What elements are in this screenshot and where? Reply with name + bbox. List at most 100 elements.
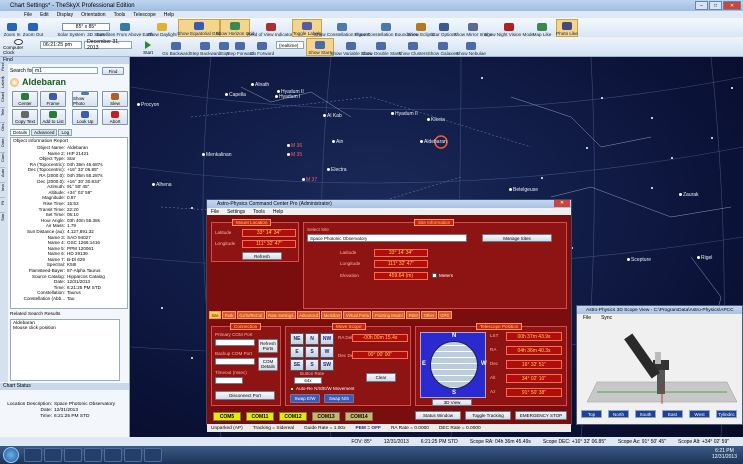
toolbar-show-night-vision-mode-button[interactable]: Show Night Vision Mode — [484, 19, 534, 37]
vtab-labels[interactable]: Labels — [0, 77, 5, 88]
com-port-com13-button[interactable]: COM13 — [312, 412, 340, 421]
sky-label-ain[interactable]: Ain — [336, 139, 343, 145]
find-button[interactable]: Find — [102, 67, 124, 75]
star-marker[interactable] — [420, 140, 423, 143]
find-look-up-button[interactable]: Look Up — [72, 109, 98, 125]
apcc-close-button[interactable]: ✕ — [554, 200, 570, 207]
clear-button[interactable]: Clear — [366, 373, 396, 382]
system-clock[interactable]: 6:21 PM 12/31/2013 — [712, 448, 737, 460]
toolbar2-show-double-stars-button[interactable]: Show Double Stars — [361, 38, 401, 56]
star-marker[interactable] — [627, 258, 630, 261]
sky-label-rigel[interactable]: Rigel — [701, 255, 712, 261]
sky-label-alhena[interactable]: Alhena — [156, 182, 172, 188]
sky-label-aldebaran[interactable]: Aldebaran — [424, 139, 447, 145]
vtab-fil[interactable]: Fil — [0, 197, 5, 207]
scope-view-east-button[interactable]: East — [662, 410, 683, 418]
sky-label-hyadum-ii[interactable]: Hyadum II — [395, 111, 418, 117]
menu-help[interactable]: Help — [164, 12, 174, 18]
auto-reverse-checkbox[interactable] — [290, 387, 294, 391]
windows-start-button[interactable] — [3, 447, 19, 463]
swap-ew-button[interactable]: Swap E/W — [290, 394, 320, 403]
3d-view-button[interactable]: 3D View — [432, 399, 472, 406]
menu-telescope[interactable]: Telescope — [133, 12, 156, 18]
move-e-button[interactable]: E — [290, 346, 304, 358]
sky-label-procyon[interactable]: Procyon — [141, 102, 159, 108]
com-port-com14-button[interactable]: COM14 — [345, 412, 373, 421]
vtab-auto[interactable]: Auto — [0, 167, 5, 177]
star-marker[interactable] — [275, 95, 278, 98]
toolbar-show-daylight-button[interactable]: Show Daylight — [146, 19, 178, 37]
toolbar-star-options-button[interactable]: Star Options — [431, 19, 457, 37]
move-s-button[interactable]: S — [305, 359, 319, 371]
star-marker[interactable] — [137, 103, 140, 106]
taskbar-app-icon[interactable] — [124, 448, 142, 462]
apcc-tab-pem[interactable]: PEM — [406, 311, 421, 319]
refresh-button[interactable]: Refresh — [242, 252, 282, 260]
scope-view-west-button[interactable]: West — [689, 410, 710, 418]
apcc-tab-rate-settings[interactable]: Rate Settings — [265, 311, 296, 319]
toolbar-map-like-button[interactable]: Map Like — [528, 19, 556, 37]
apcc-menu-tools[interactable]: Tools — [253, 209, 265, 215]
meters-checkbox[interactable] — [432, 273, 437, 278]
toolbar-field-of-view-indicators-button[interactable]: Field of View Indicators — [247, 19, 295, 37]
toolbar2-step-backward-button[interactable]: Step Backward — [190, 38, 220, 56]
star-marker[interactable] — [287, 153, 290, 156]
star-marker[interactable] — [152, 183, 155, 186]
primary-port-select[interactable] — [215, 339, 255, 346]
star-marker[interactable] — [391, 112, 394, 115]
com-port-com11-button[interactable]: COM11 — [246, 412, 274, 421]
date-field[interactable]: December 31, 2013 — [84, 39, 132, 51]
timeout-input[interactable] — [215, 377, 243, 384]
com-port-com5-button[interactable]: COM5 — [213, 412, 241, 421]
sky-label-al-kab[interactable]: Al Kab — [327, 113, 342, 119]
menu-display[interactable]: Display — [57, 12, 73, 18]
com-details-button[interactable]: COM Details — [258, 357, 278, 371]
vtab-obs[interactable]: Obs — [0, 122, 5, 132]
toolbar-photo-like-button[interactable]: Photo Like — [556, 19, 578, 37]
sky-label-kleeia[interactable]: Kleeia — [431, 117, 445, 123]
find-abort-button[interactable]: Abort — [102, 109, 128, 125]
aux-port-select[interactable] — [215, 358, 255, 365]
apcc-tab-park[interactable]: Park — [222, 311, 236, 319]
fov-select[interactable]: 85° x 85° — [62, 23, 110, 31]
scope-view-north-button[interactable]: North — [608, 410, 629, 418]
apcc-tab-other[interactable]: Other — [421, 311, 437, 319]
toolbar-satellites-from-above-earth-button[interactable]: Satellites From Above Earth — [97, 19, 153, 37]
move-w-button[interactable]: W — [320, 346, 334, 358]
vtab-find[interactable]: Find — [0, 62, 5, 72]
toolbar2-show-clusters-button[interactable]: Show Clusters — [398, 38, 428, 56]
star-marker[interactable] — [202, 153, 205, 156]
star-marker[interactable] — [327, 168, 330, 171]
apcc-tab-pointing-model[interactable]: Pointing Model — [372, 311, 406, 319]
scope-3d-render[interactable] — [577, 322, 742, 408]
apcc-tab-gps[interactable]: GPS — [437, 311, 452, 319]
sky-label-zaurak[interactable]: Zaurak — [683, 192, 699, 198]
find-center-button[interactable]: Center — [12, 91, 38, 107]
scope-view-tylindric-button[interactable]: Tylindric — [716, 410, 737, 418]
start-button[interactable]: Start — [140, 39, 156, 55]
toolbar2-go-forward-button[interactable]: Go Forward — [250, 38, 274, 56]
vtab-date[interactable]: Date — [0, 137, 5, 147]
sky-label-capella[interactable]: Capella — [229, 92, 246, 98]
taskbar-app-icon[interactable] — [144, 448, 162, 462]
toolbar2-show-nebulae-button[interactable]: Show Nebulae — [456, 38, 486, 56]
scope-menu-file[interactable]: File — [583, 315, 591, 321]
find-copy-text-button[interactable]: Copy Text — [12, 109, 38, 125]
move-se-button[interactable]: SE — [290, 359, 304, 371]
tab-log[interactable]: Log — [58, 129, 73, 136]
computer-clock-button[interactable]: Computer Clock — [3, 39, 33, 55]
star-marker[interactable] — [323, 114, 326, 117]
apcc-tab-goto-recal[interactable]: GoTo/ReCal — [236, 311, 265, 319]
star-marker[interactable] — [302, 178, 305, 181]
tab-advanced[interactable]: Advanced — [31, 129, 58, 136]
toolbar-show-constellation-boundaries-button[interactable]: Show Constellation Boundaries — [354, 19, 418, 37]
rate-select[interactable]: 64x — [294, 377, 322, 384]
star-marker[interactable] — [277, 90, 280, 93]
apcc-tab-site[interactable]: Site — [209, 311, 222, 319]
taskbar-app-icon[interactable] — [84, 448, 102, 462]
emergency-stop-button[interactable]: EMERGENCY STOP — [515, 411, 567, 420]
star-marker[interactable] — [679, 193, 682, 196]
sky-label-m-35[interactable]: M 35 — [291, 152, 302, 158]
menu-orientation[interactable]: Orientation — [81, 12, 105, 18]
sky-label-betelgeuse[interactable]: Betelgeuse — [513, 187, 538, 193]
